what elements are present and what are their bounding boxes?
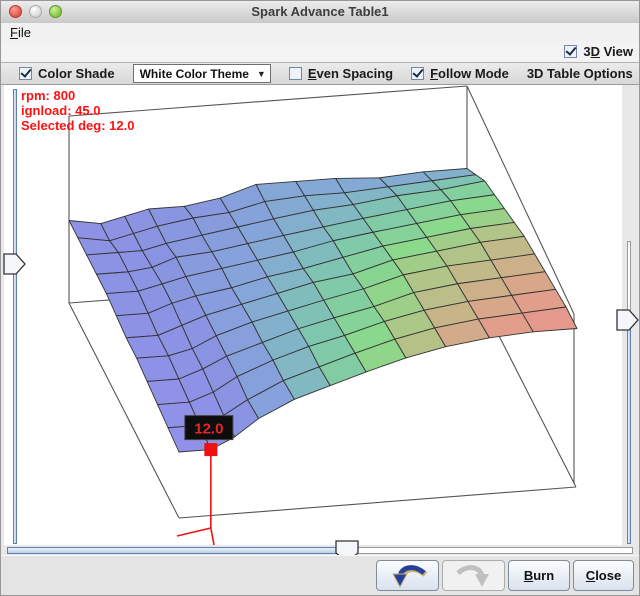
even-spacing-checkbox[interactable]: Even Spacing <box>289 66 393 81</box>
close-window-icon[interactable] <box>9 5 22 18</box>
left-slider-track[interactable] <box>13 89 17 544</box>
button-bar: Burn Close <box>1 555 639 596</box>
selected-value-label: 12.0 <box>194 421 223 438</box>
ignload-readout: ignload: 45.0 <box>21 103 134 118</box>
selected-cell-marker[interactable] <box>204 443 217 456</box>
right-slider-track-lower[interactable] <box>627 329 631 544</box>
follow-mode-checkbox[interactable]: Follow Mode <box>411 66 509 81</box>
3d-surface-plot[interactable]: 12.0 <box>1 85 640 547</box>
bottom-slider-track-right[interactable] <box>356 547 633 554</box>
even-spacing-label: Even Spacing <box>308 66 393 81</box>
window-title: Spark Advance Table1 <box>1 1 639 23</box>
redo-button[interactable] <box>442 560 505 591</box>
left-slider-thumb[interactable] <box>3 253 27 275</box>
rpm-readout: rpm: 800 <box>21 88 134 103</box>
color-shade-checkbox[interactable]: Color Shade <box>19 66 115 81</box>
titlebar[interactable]: Spark Advance Table1 <box>1 1 639 24</box>
checkbox-box <box>19 67 32 80</box>
check-icon <box>565 44 576 56</box>
3d-table-options-menu[interactable]: 3D Table Options <box>527 66 633 81</box>
3d-view-checkbox[interactable]: 3D View <box>564 44 633 59</box>
spark-advance-window: Spark Advance Table1 File 3D View Color … <box>0 0 640 596</box>
view-row: 3D View <box>1 42 639 62</box>
undo-button[interactable] <box>376 560 439 591</box>
close-button[interactable]: Close <box>573 560 634 591</box>
right-slider-track-upper[interactable] <box>627 241 631 313</box>
zoom-window-icon[interactable] <box>49 5 62 18</box>
cursor-info-overlay: rpm: 800 ignload: 45.0 Selected deg: 12.… <box>21 88 134 133</box>
checkbox-box <box>411 67 424 80</box>
undo-arrow-icon <box>386 562 430 590</box>
selected-cell-drop-line <box>177 528 211 536</box>
checkbox-box <box>564 45 577 58</box>
dropdown-arrow-icon: ▼ <box>257 69 266 79</box>
traffic-lights <box>9 5 62 18</box>
plot-box-edge <box>179 487 576 518</box>
check-icon <box>20 66 31 78</box>
minimize-window-icon[interactable] <box>29 5 42 18</box>
right-slider-thumb[interactable] <box>616 309 640 331</box>
toolbar: Color Shade White Color Theme ▼ Even Spa… <box>1 62 639 85</box>
follow-mode-label: Follow Mode <box>430 66 509 81</box>
redo-arrow-icon <box>452 562 496 590</box>
selected-deg-readout: Selected deg: 12.0 <box>21 118 134 133</box>
file-menu[interactable]: File <box>1 23 41 40</box>
check-icon <box>412 66 423 78</box>
selected-cell-drop-line <box>211 528 214 545</box>
color-theme-value: White Color Theme <box>140 67 249 81</box>
checkbox-box <box>289 67 302 80</box>
color-shade-label: Color Shade <box>38 66 115 81</box>
bottom-slider-track-left[interactable] <box>7 547 341 554</box>
color-theme-select[interactable]: White Color Theme ▼ <box>133 64 271 83</box>
3d-view-label: 3D View <box>583 44 633 59</box>
burn-button[interactable]: Burn <box>508 560 570 591</box>
menubar: File <box>1 23 639 43</box>
